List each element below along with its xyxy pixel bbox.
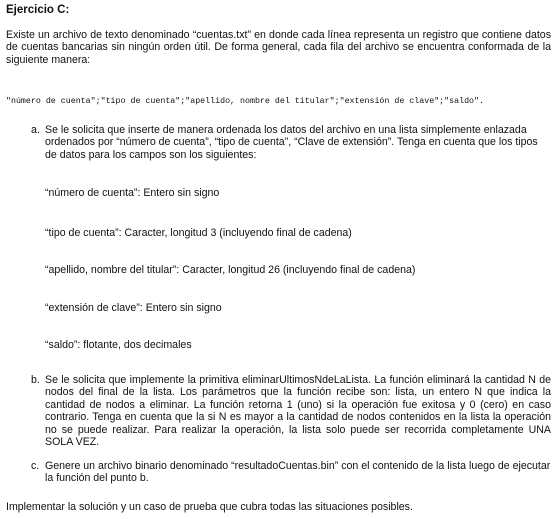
item-a-marker: a.	[31, 124, 40, 136]
exercise-title: Ejercicio C:	[6, 4, 70, 16]
item-c-marker: c.	[31, 460, 40, 472]
field-saldo: “saldo”: flotante, dos decimales	[45, 339, 192, 351]
item-b-text: Se le solicita que implemente la primiti…	[45, 374, 551, 449]
field-tipo-cuenta: “tipo de cuenta”: Caracter, longitud 3 (…	[45, 227, 352, 239]
record-format-line: "número de cuenta";"tipo de cuenta";"ape…	[6, 97, 484, 106]
item-c-text: Genere un archivo binario denominado “re…	[45, 460, 551, 485]
closing-paragraph: Implementar la solución y un caso de pru…	[6, 501, 413, 513]
item-b-marker: b.	[31, 374, 40, 386]
document-page: Ejercicio C: Existe un archivo de texto …	[0, 0, 555, 519]
field-numero-cuenta: “número de cuenta”: Entero sin signo	[45, 187, 220, 199]
field-extension-clave: “extensión de clave”: Entero sin signo	[45, 302, 222, 314]
field-apellido-nombre: “apellido, nombre del titular”: Caracter…	[45, 264, 416, 276]
item-a-text: Se le solicita que inserte de manera ord…	[45, 124, 538, 161]
intro-paragraph: Existe un archivo de texto denominado “c…	[6, 29, 551, 66]
